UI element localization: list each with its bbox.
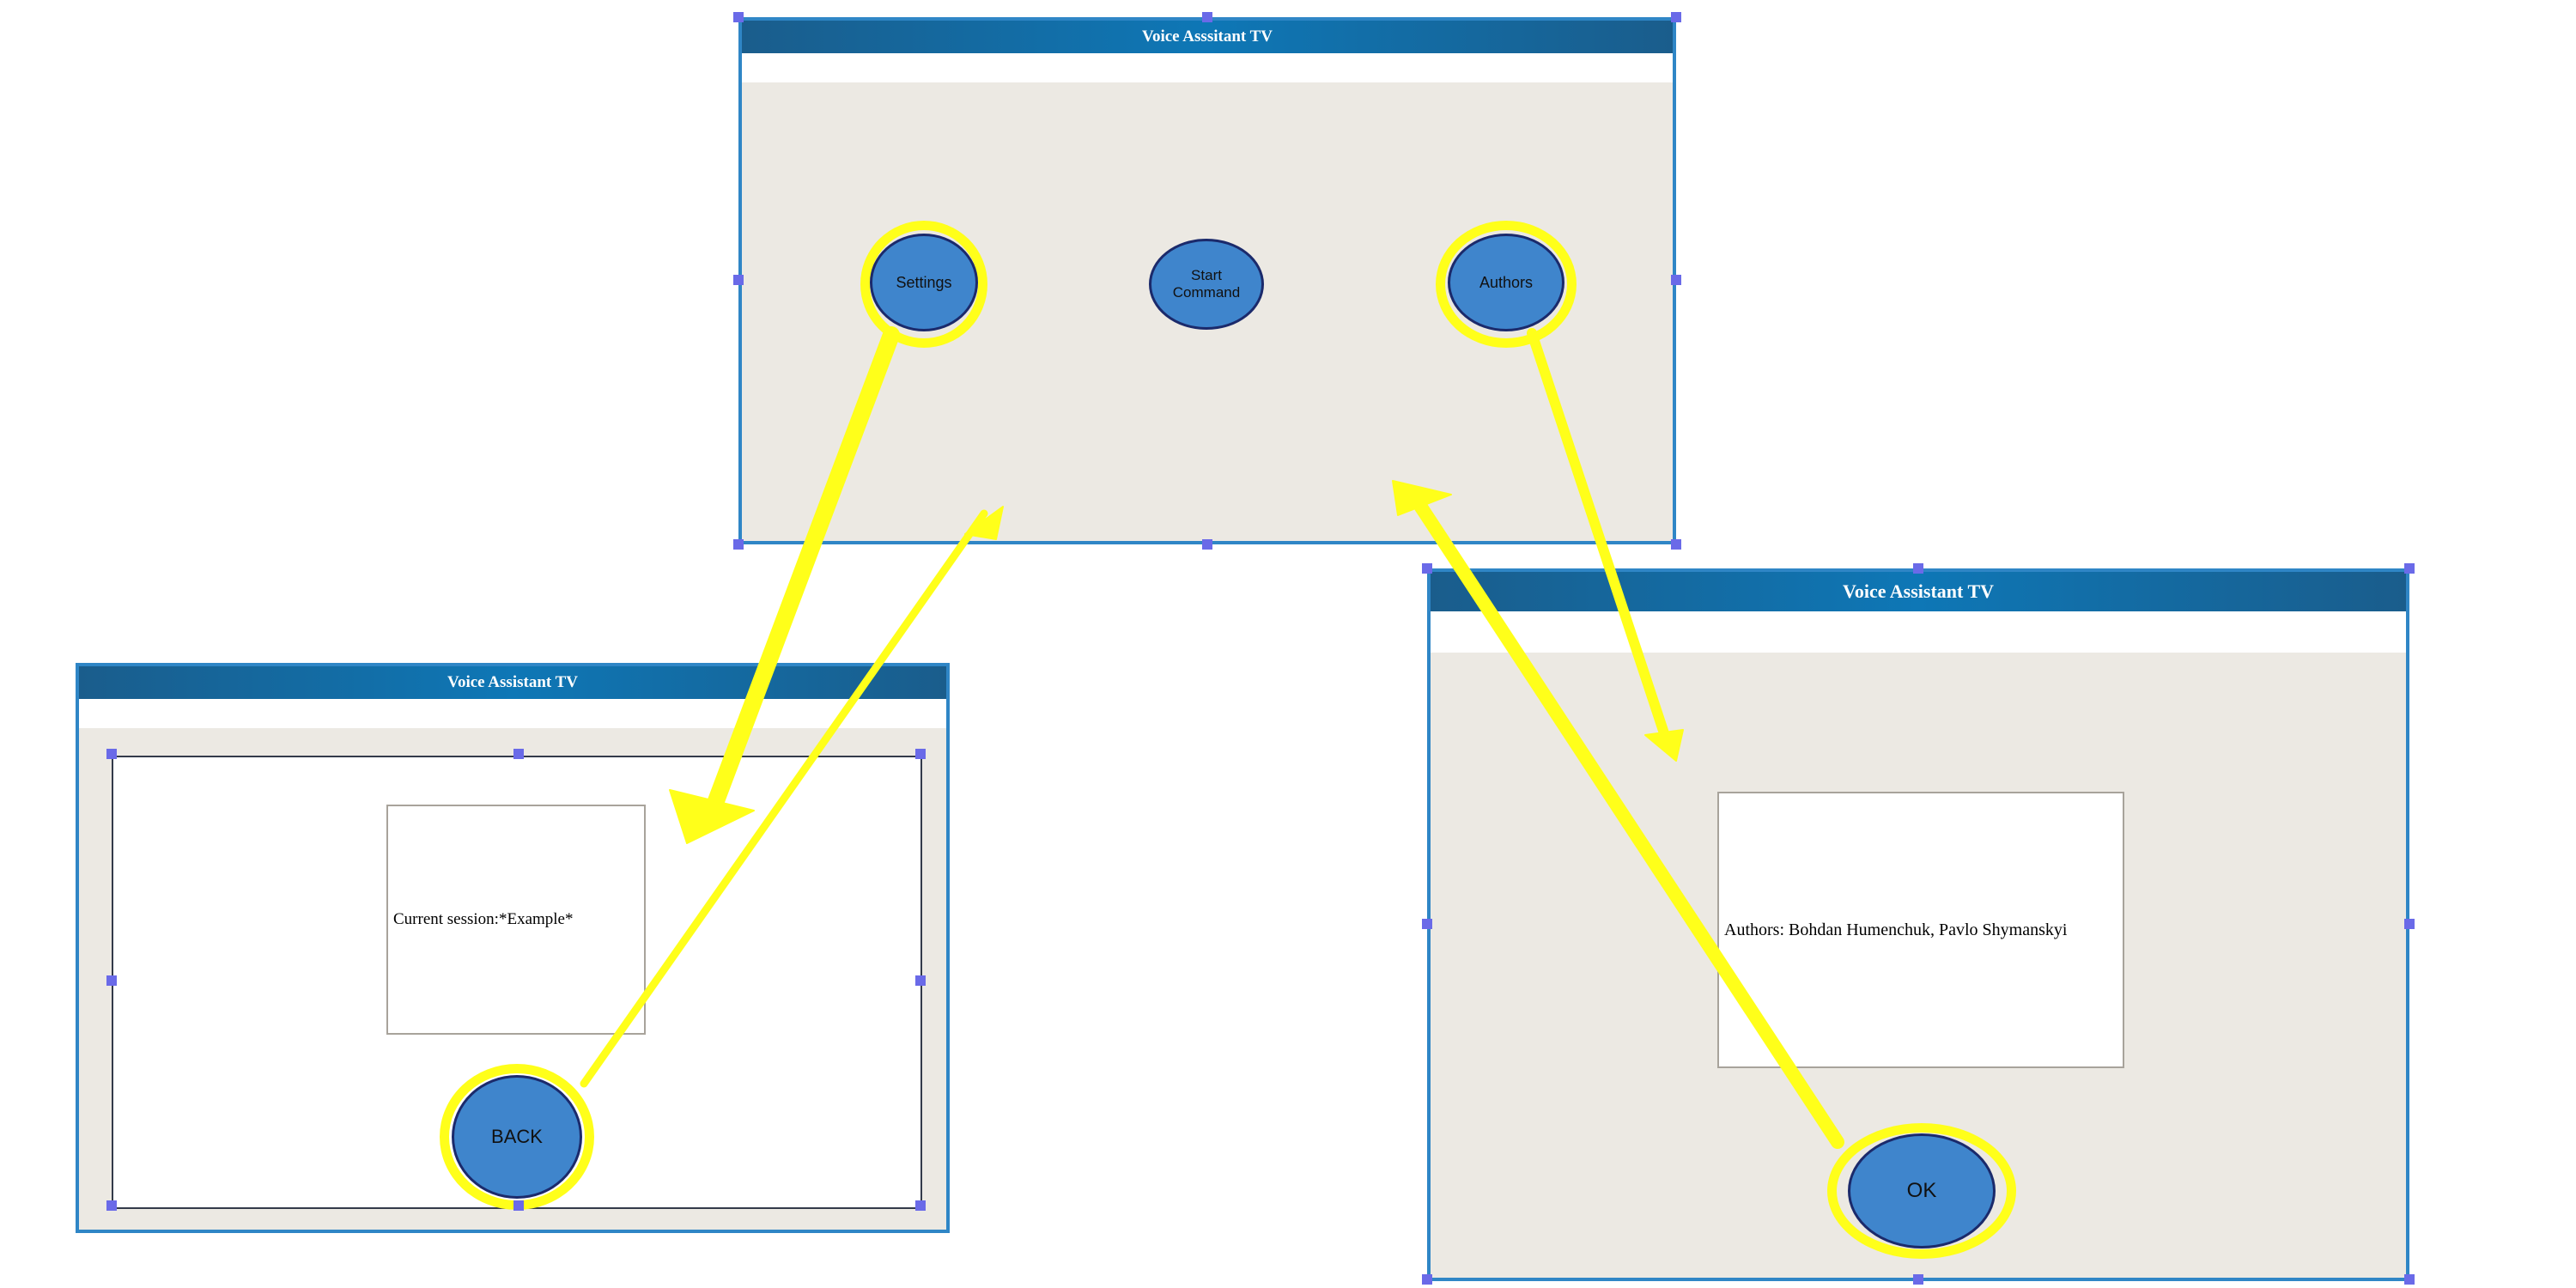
arrowhead (1644, 729, 1684, 762)
arrow-ok-to-main (1412, 496, 1844, 1149)
navigation-arrows (580, 326, 1844, 1149)
arrow-authors-to-authors-window (1527, 328, 1671, 744)
arrow-settings-to-settings-window (706, 326, 900, 814)
